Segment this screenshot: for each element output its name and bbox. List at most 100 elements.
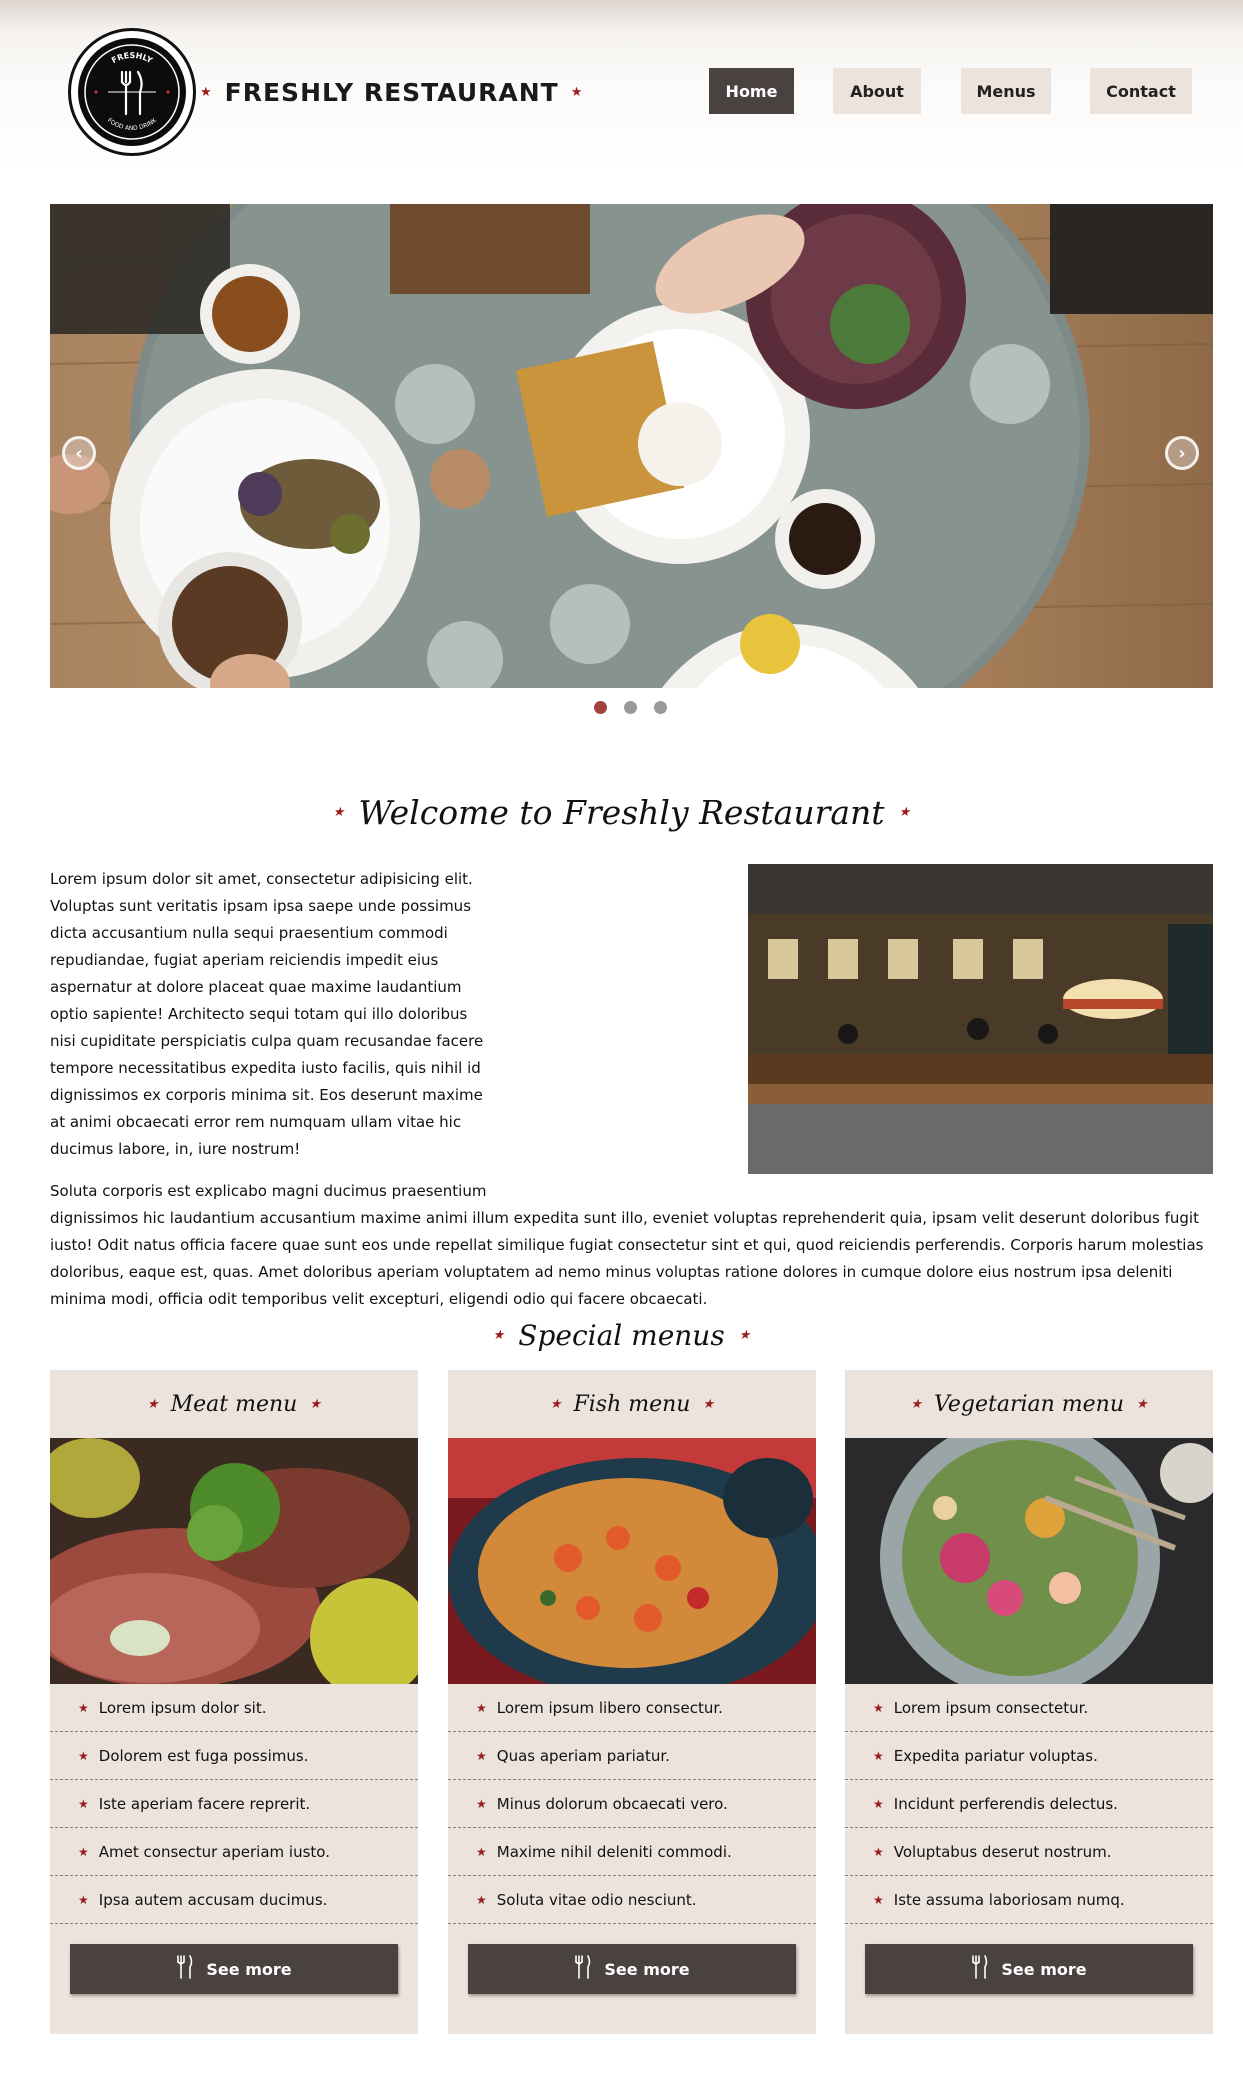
see-more-button[interactable]: See more	[468, 1944, 796, 1994]
list-item: ★ Amet consectur aperiam iusto.	[50, 1828, 418, 1876]
star-icon: ★	[702, 1396, 715, 1412]
list-item: ★ Lorem ipsum consectetur.	[845, 1684, 1213, 1732]
site-header: FRESHLY FOOD AND DRINK ★ FRESHLY RESTAUR…	[0, 0, 1243, 170]
brand-name[interactable]: ★ FRESHLY RESTAURANT ★	[200, 76, 583, 108]
slider-dots	[594, 701, 667, 714]
star-icon: ★	[873, 1844, 884, 1859]
star-icon: ★	[873, 1796, 884, 1811]
card-title: ★ Meat menu ★	[50, 1370, 418, 1438]
card-title: ★ Vegetarian menu ★	[845, 1370, 1213, 1438]
list-item-text: Amet consectur aperiam iusto.	[98, 1842, 330, 1861]
nav-home[interactable]: Home	[709, 68, 794, 114]
list-item-text: Expedita pariatur voluptas.	[893, 1746, 1098, 1765]
see-more-button[interactable]: See more	[865, 1944, 1193, 1994]
logo-ring: FRESHLY FOOD AND DRINK	[84, 44, 180, 140]
see-more-button[interactable]: See more	[70, 1944, 398, 1994]
fish-menu-list: ★ Lorem ipsum libero consectur. ★ Quas ape…	[448, 1684, 816, 1924]
slider-dot-2[interactable]	[624, 701, 637, 714]
card-title: ★ Fish menu ★	[448, 1370, 816, 1438]
welcome-title: ★ Welcome to Freshly Restaurant ★	[0, 790, 1243, 834]
slider-prev-button[interactable]: ‹	[62, 436, 96, 470]
star-icon: ★	[549, 1396, 562, 1412]
star-icon: ★	[78, 1892, 89, 1907]
slider-dot-1[interactable]	[594, 701, 607, 714]
nav-menus[interactable]: Menus	[961, 68, 1051, 114]
logo-badge: FRESHLY FOOD AND DRINK	[78, 38, 186, 146]
special-title-text: Special menus	[518, 1318, 725, 1352]
welcome-paragraph-2: Soluta corporis est explicabo magni duci…	[50, 1182, 1204, 1308]
star-icon: ★	[476, 1844, 487, 1859]
list-item-text: Quas aperiam pariatur.	[496, 1746, 670, 1765]
star-icon: ★	[309, 1396, 322, 1412]
list-item-text: Maxime nihil deleniti commodi.	[496, 1842, 732, 1861]
list-item-text: Ipsa autem accusam ducimus.	[98, 1890, 328, 1909]
star-icon: ★	[146, 1396, 159, 1412]
list-item: ★ Minus dolorum obcaecati vero.	[448, 1780, 816, 1828]
fork-knife-icon	[176, 1955, 194, 1983]
welcome-title-text: Welcome to Freshly Restaurant	[358, 792, 885, 832]
list-item-text: Incidunt perferendis delectus.	[893, 1794, 1118, 1813]
list-item: ★ Soluta vitae odio nesciunt.	[448, 1876, 816, 1924]
star-icon: ★	[476, 1892, 487, 1907]
list-item: ★ Dolorem est fuga possimus.	[50, 1732, 418, 1780]
star-icon: ★	[78, 1844, 89, 1859]
logo[interactable]: FRESHLY FOOD AND DRINK	[68, 28, 196, 156]
fork-knife-icon	[574, 1955, 592, 1983]
list-item: ★ Ipsa autem accusam ducimus.	[50, 1876, 418, 1924]
card-title-text: Meat menu	[170, 1391, 298, 1417]
list-item: ★ Voluptabus deserut nostrum.	[845, 1828, 1213, 1876]
card-title-text: Fish menu	[573, 1391, 691, 1417]
menu-card-vegetarian: ★ Vegetarian menu ★ ★ Lorem ipsum consect…	[845, 1370, 1213, 2034]
hero-slider[interactable]: ‹ ›	[50, 204, 1213, 688]
star-icon: ★	[476, 1796, 487, 1811]
logo-bottom-text: FOOD AND DRINK	[106, 116, 159, 132]
list-item-text: Soluta vitae odio nesciunt.	[496, 1890, 697, 1909]
star-icon: ★	[1136, 1396, 1148, 1412]
list-item: ★ Iste assuma laboriosam numq.	[845, 1876, 1213, 1924]
star-icon: ★	[492, 1327, 505, 1343]
button-label: See more	[604, 1959, 690, 1979]
list-item: ★ Incidunt perferendis delectus.	[845, 1780, 1213, 1828]
list-item-text: Iste assuma laboriosam numq.	[893, 1890, 1125, 1909]
list-item: ★ Expedita pariatur voluptas.	[845, 1732, 1213, 1780]
list-item: ★ Lorem ipsum dolor sit.	[50, 1684, 418, 1732]
logo-top-text: FRESHLY	[110, 51, 154, 65]
list-item: ★ Iste aperiam facere reprerit.	[50, 1780, 418, 1828]
slider-next-button[interactable]: ›	[1165, 436, 1199, 470]
menu-card-fish: ★ Fish menu ★ ★ Lorem ipsum libero consec…	[448, 1370, 816, 2034]
star-icon: ★	[200, 84, 213, 100]
chevron-right-icon: ›	[1178, 442, 1186, 464]
button-label: See more	[206, 1959, 292, 1979]
star-icon: ★	[910, 1396, 922, 1412]
meat-menu-list: ★ Lorem ipsum dolor sit. ★ Dolorem est fug…	[50, 1684, 418, 1924]
hero-image	[50, 204, 1213, 688]
chevron-left-icon: ‹	[75, 442, 83, 464]
star-icon: ★	[873, 1892, 884, 1907]
star-icon: ★	[78, 1748, 89, 1763]
star-icon: ★	[738, 1327, 751, 1343]
vegetarian-menu-list: ★ Lorem ipsum consectetur. ★ Expedita pari…	[845, 1684, 1213, 1924]
list-item: ★ Maxime nihil deleniti commodi.	[448, 1828, 816, 1876]
fork-knife-icon	[120, 70, 143, 116]
list-item-text: Minus dolorum obcaecati vero.	[496, 1794, 728, 1813]
star-icon: ★	[476, 1700, 487, 1715]
list-item-text: Lorem ipsum libero consectur.	[496, 1698, 723, 1717]
list-item-text: Lorem ipsum consectetur.	[893, 1698, 1089, 1717]
fish-dish-image	[448, 1438, 816, 1684]
list-item: ★ Lorem ipsum libero consectur.	[448, 1684, 816, 1732]
brand-text: FRESHLY RESTAURANT	[224, 77, 559, 107]
fork-knife-icon	[971, 1955, 989, 1983]
nav-contact[interactable]: Contact	[1090, 68, 1192, 114]
meat-dish-image	[50, 1438, 418, 1684]
star-icon: ★	[78, 1796, 89, 1811]
list-item-text: Dolorem est fuga possimus.	[98, 1746, 309, 1765]
list-item-text: Iste aperiam facere reprerit.	[98, 1794, 311, 1813]
menu-card-meat: ★ Meat menu ★ ★ Lorem ipsum dolor sit. ★ D…	[50, 1370, 418, 2034]
star-icon: ★	[898, 804, 911, 820]
card-title-text: Vegetarian menu	[934, 1391, 1124, 1417]
nav-about[interactable]: About	[833, 68, 921, 114]
list-item: ★ Quas aperiam pariatur.	[448, 1732, 816, 1780]
slider-dot-3[interactable]	[654, 701, 667, 714]
star-icon: ★	[570, 84, 584, 100]
button-label: See more	[1001, 1959, 1087, 1979]
